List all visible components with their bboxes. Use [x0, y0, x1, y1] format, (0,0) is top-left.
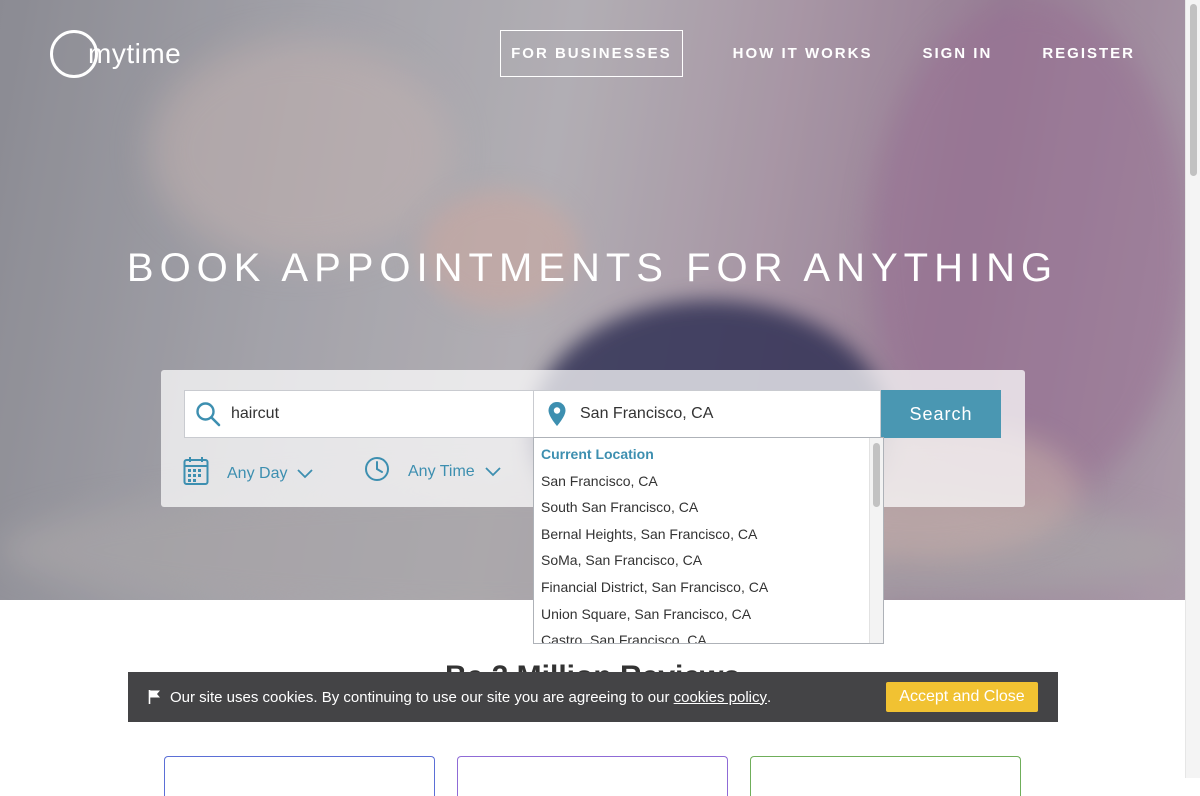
page-scrollbar[interactable] [1185, 0, 1200, 778]
nav-how-it-works[interactable]: HOW IT WORKS [733, 45, 873, 62]
chevron-down-icon [485, 466, 501, 477]
suggestion-item[interactable]: Bernal Heights, San Francisco, CA [541, 524, 883, 551]
cookie-message: Our site uses cookies. By continuing to … [170, 688, 670, 706]
day-filter-label: Any Day [227, 464, 288, 482]
logo-text: mytime [88, 38, 182, 69]
location-suggestions-dropdown: Current Location San Francisco, CA South… [533, 437, 884, 644]
calendar-icon [183, 456, 209, 491]
suggestion-current-location[interactable]: Current Location [541, 444, 883, 471]
location-search-input[interactable] [580, 405, 860, 423]
clock-icon [364, 456, 390, 487]
time-filter-label: Any Time [408, 462, 475, 480]
cookie-banner: Our site uses cookies. By continuing to … [128, 672, 1058, 722]
hero-headline: BOOK APPOINTMENTS FOR ANYTHING [126, 246, 1059, 290]
time-filter[interactable]: Any Time [364, 456, 501, 487]
nav-register[interactable]: REGISTER [1042, 45, 1135, 62]
chevron-down-icon [297, 468, 314, 479]
feature-card[interactable] [750, 756, 1021, 796]
flag-icon [148, 689, 162, 705]
dropdown-scroll-thumb[interactable] [873, 443, 880, 507]
feature-card[interactable] [457, 756, 728, 796]
suggestion-item[interactable]: Union Square, San Francisco, CA [541, 604, 883, 631]
cookie-period: . [767, 688, 772, 706]
service-search-input[interactable] [231, 405, 511, 423]
suggestion-item[interactable]: San Francisco, CA [541, 471, 883, 498]
search-icon [185, 401, 231, 427]
cookies-policy-link[interactable]: cookies policy [674, 689, 767, 706]
day-filter[interactable]: Any Day [183, 456, 314, 491]
suggestion-item[interactable]: Castro, San Francisco, CA [541, 630, 883, 643]
dropdown-scrollbar[interactable] [869, 438, 883, 643]
location-pin-icon [534, 401, 580, 427]
top-nav: FOR BUSINESSES HOW IT WORKS SIGN IN REGI… [500, 29, 1135, 77]
suggestion-item[interactable]: South San Francisco, CA [541, 497, 883, 524]
feature-card[interactable] [164, 756, 435, 796]
search-button[interactable]: Search [881, 390, 1001, 438]
service-search-field[interactable] [184, 390, 534, 438]
accept-cookies-button[interactable]: Accept and Close [886, 682, 1038, 712]
nav-for-businesses[interactable]: FOR BUSINESSES [500, 29, 683, 77]
suggestion-item[interactable]: Financial District, San Francisco, CA [541, 577, 883, 604]
suggestion-item[interactable]: SoMa, San Francisco, CA [541, 550, 883, 577]
location-search-field[interactable] [533, 390, 881, 438]
nav-sign-in[interactable]: SIGN IN [922, 45, 992, 62]
location-suggestions-list: Current Location San Francisco, CA South… [534, 438, 883, 643]
page-scroll-thumb[interactable] [1190, 4, 1197, 176]
mytime-logo[interactable]: mytime [50, 29, 181, 79]
